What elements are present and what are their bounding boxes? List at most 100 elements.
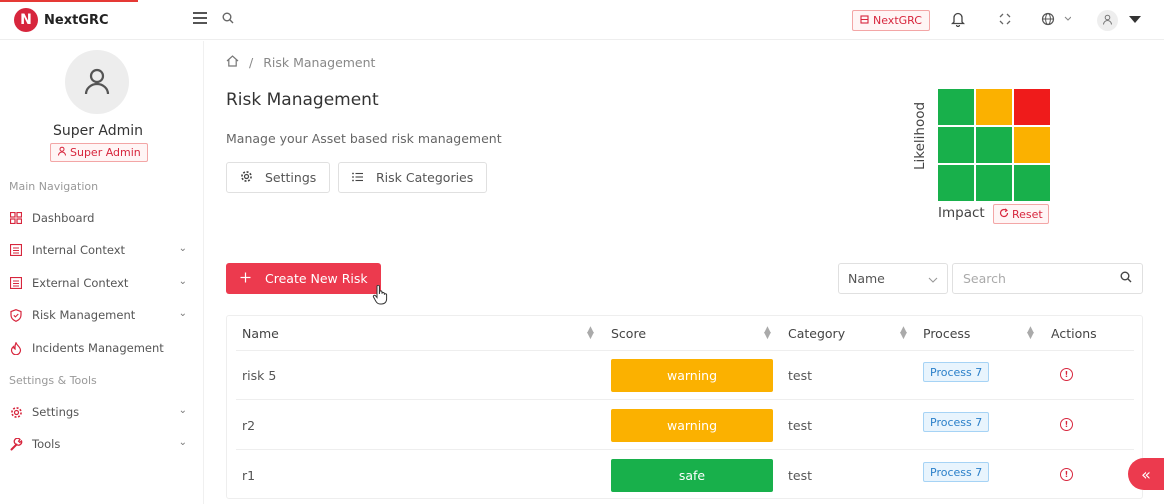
sidebar-item-risk-management[interactable]: Risk Management ⌄ — [9, 304, 191, 326]
refresh-icon — [999, 207, 1009, 221]
chevron-down-icon — [928, 271, 938, 286]
gear-icon — [9, 405, 23, 419]
building-icon — [860, 14, 869, 27]
sort-icon[interactable]: ▲ ▼ — [587, 326, 594, 341]
column-header-score[interactable]: Score — [611, 326, 646, 341]
settings-button-label: Settings — [265, 170, 317, 185]
score-badge: safe — [611, 459, 773, 492]
profile-name: Super Admin — [52, 123, 144, 139]
search-box — [952, 263, 1143, 294]
sort-icon[interactable]: ▲ ▼ — [900, 326, 907, 341]
collapse-panel-button[interactable]: « — [1128, 458, 1164, 490]
process-tag[interactable]: Process 7 — [923, 412, 990, 432]
matrix-cell[interactable] — [938, 127, 974, 163]
risk-category: test — [788, 418, 813, 433]
sidebar-item-label: External Context — [32, 276, 129, 290]
table-header: Name ▲ ▼ Score ▲ ▼ Category ▲ ▼ Process ▲ ▼ … — [236, 316, 1134, 351]
table-row[interactable]: risk 5 warning test Process 7 ! — [236, 351, 1134, 400]
logo-mark: N — [14, 8, 38, 32]
page-subtitle: Manage your Asset based risk management — [226, 131, 502, 146]
sidebar: Super Admin Super Admin Main Navigation … — [0, 41, 204, 504]
risk-name: r1 — [242, 468, 256, 483]
risk-table: Name ▲ ▼ Score ▲ ▼ Category ▲ ▼ Process ▲ ▼ … — [226, 315, 1143, 499]
column-header-name[interactable]: Name — [242, 326, 279, 341]
page-title: Risk Management — [226, 90, 379, 110]
sidebar-item-tools[interactable]: Tools ⌄ — [9, 433, 191, 455]
sidebar-item-settings[interactable]: Settings ⌄ — [9, 401, 191, 423]
fullscreen-icon[interactable] — [999, 13, 1011, 29]
breadcrumb: / Risk Management — [226, 55, 375, 70]
info-icon[interactable]: ! — [1060, 418, 1073, 431]
matrix-cell[interactable] — [1014, 127, 1050, 163]
info-icon[interactable]: ! — [1060, 368, 1073, 381]
matrix-cell[interactable] — [938, 165, 974, 201]
settings-button[interactable]: Settings — [226, 162, 331, 193]
list-icon — [352, 170, 364, 185]
bell-icon[interactable] — [950, 11, 966, 31]
matrix-cell[interactable] — [976, 127, 1012, 163]
menu-icon[interactable] — [193, 12, 207, 27]
chevron-down-icon: ⌄ — [178, 437, 187, 448]
search-icon[interactable] — [1120, 271, 1132, 286]
user-menu-caret-icon[interactable] — [1129, 16, 1141, 23]
table-row[interactable]: r2 warning test Process 7 ! — [236, 401, 1134, 450]
matrix-cell[interactable] — [938, 89, 974, 125]
chevron-down-icon: ⌄ — [178, 243, 187, 254]
app-logo[interactable]: N NextGRC — [14, 8, 109, 32]
column-header-category[interactable]: Category — [788, 326, 845, 341]
globe-icon[interactable] — [1041, 12, 1072, 30]
search-icon[interactable] — [222, 12, 234, 27]
search-field-select[interactable]: Name — [838, 263, 948, 294]
sort-icon[interactable]: ▲ ▼ — [1027, 326, 1034, 341]
risk-categories-button-label: Risk Categories — [376, 170, 474, 185]
create-new-risk-button[interactable]: Create New Risk — [226, 263, 381, 294]
list-icon — [9, 243, 23, 257]
matrix-likelihood-label: Likelihood — [912, 101, 928, 170]
flame-icon — [9, 341, 23, 355]
breadcrumb-separator: / — [249, 55, 254, 70]
hand-cursor-icon — [372, 284, 388, 309]
matrix-reset-button[interactable]: Reset — [993, 204, 1049, 224]
user-avatar-button[interactable] — [1097, 10, 1118, 31]
matrix-cell[interactable] — [1014, 165, 1050, 201]
risk-category: test — [788, 468, 813, 483]
plus-icon — [240, 271, 251, 286]
risk-matrix — [938, 89, 1050, 201]
matrix-impact-label: Impact — [938, 205, 985, 221]
table-row[interactable]: r1 safe test Process 7 ! — [236, 451, 1134, 500]
sidebar-item-incidents-management[interactable]: Incidents Management — [9, 337, 191, 359]
sidebar-item-label: Risk Management — [32, 308, 136, 322]
sidebar-item-internal-context[interactable]: Internal Context ⌄ — [9, 239, 191, 261]
create-new-risk-label: Create New Risk — [265, 271, 368, 286]
grid-icon — [9, 211, 23, 225]
matrix-cell[interactable] — [1014, 89, 1050, 125]
sidebar-item-label: Tools — [32, 437, 61, 451]
sort-icon[interactable]: ▲ ▼ — [764, 326, 771, 341]
chevron-down-icon: ⌄ — [178, 308, 187, 319]
matrix-cell[interactable] — [976, 89, 1012, 125]
list-icon — [9, 276, 23, 290]
breadcrumb-current: Risk Management — [263, 55, 376, 70]
score-badge: warning — [611, 359, 773, 392]
home-icon[interactable] — [226, 55, 239, 70]
user-icon — [57, 146, 67, 159]
wrench-icon — [9, 437, 23, 451]
info-icon[interactable]: ! — [1060, 468, 1073, 481]
column-header-process[interactable]: Process — [923, 326, 970, 341]
search-field-select-value: Name — [848, 271, 885, 286]
gear-icon — [240, 170, 253, 186]
org-badge[interactable]: NextGRC — [852, 10, 930, 31]
sidebar-item-external-context[interactable]: External Context ⌄ — [9, 272, 191, 294]
matrix-cell[interactable] — [976, 165, 1012, 201]
process-tag[interactable]: Process 7 — [923, 362, 990, 382]
role-label: Super Admin — [70, 146, 141, 159]
process-tag[interactable]: Process 7 — [923, 462, 990, 482]
column-header-actions: Actions — [1051, 326, 1097, 341]
search-input[interactable] — [963, 271, 1103, 286]
reset-label: Reset — [1012, 207, 1043, 221]
sidebar-item-dashboard[interactable]: Dashboard — [9, 207, 191, 229]
top-bar: N NextGRC NextGRC — [0, 0, 1164, 40]
risk-categories-button[interactable]: Risk Categories — [338, 162, 488, 193]
double-chevron-left-icon: « — [1141, 464, 1151, 484]
chevron-down-icon: ⌄ — [178, 276, 187, 287]
